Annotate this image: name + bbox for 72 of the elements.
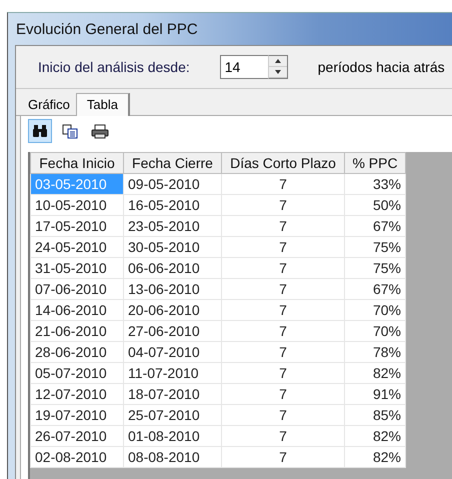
table-cell: 08-08-2010 (124, 446, 222, 468)
table-cell: 70% (344, 320, 406, 342)
table-cell: 82% (344, 446, 406, 468)
table-cell: 67% (344, 278, 406, 300)
printer-icon (91, 124, 109, 138)
table-cell: 04-07-2010 (124, 342, 222, 362)
table-cell: 50% (344, 194, 406, 216)
column-header[interactable]: % PPC (344, 152, 406, 174)
table-cell: 02-08-2010 (30, 446, 124, 468)
table-cell: 28-06-2010 (30, 342, 124, 362)
table-cell: 67% (344, 216, 406, 236)
toolbar-button[interactable] (28, 119, 52, 143)
table-cell: 70% (344, 300, 406, 320)
table-cell: 7 (222, 236, 344, 258)
window-title: Evolución General del PPC (15, 20, 199, 40)
table-cell: 19-07-2010 (30, 404, 124, 426)
table-cell: 24-05-2010 (30, 236, 124, 258)
table-cell: 12-07-2010 (30, 384, 124, 404)
range-suffix: períodos hacia atrás (318, 59, 445, 75)
period-field[interactable]: 14 (220, 55, 268, 79)
table-cell: 27-06-2010 (124, 320, 222, 342)
table-cell: 7 (222, 174, 344, 194)
table-cell: 7 (222, 446, 344, 468)
table-cell: 7 (222, 384, 344, 404)
up-arrow-icon[interactable] (274, 59, 281, 63)
table-cell: 82% (344, 362, 406, 384)
copy-icon (62, 124, 78, 138)
tab[interactable]: Tabla (76, 93, 130, 116)
table-cell: 75% (344, 258, 406, 278)
table-cell: 21-06-2010 (30, 320, 124, 342)
table-cell: 7 (222, 320, 344, 342)
table-cell: 31-05-2010 (30, 258, 124, 278)
table-cell: 17-05-2010 (30, 216, 124, 236)
table-cell: 7 (222, 300, 344, 320)
column-header[interactable]: Fecha Cierre (124, 152, 222, 174)
table-cell: 25-07-2010 (124, 404, 222, 426)
table-cell: 7 (222, 278, 344, 300)
table-cell: 7 (222, 342, 344, 362)
down-arrow-icon[interactable] (274, 70, 281, 74)
binoculars-icon (32, 124, 48, 138)
table-cell: 03-05-2010 (30, 174, 124, 194)
table-cell: 82% (344, 426, 406, 446)
table-cell: 33% (344, 174, 406, 194)
table-cell: 16-05-2010 (124, 194, 222, 216)
table-cell: 06-06-2010 (124, 258, 222, 278)
table-cell: 7 (222, 258, 344, 278)
table-cell: 7 (222, 362, 344, 384)
column-header[interactable]: Días Corto Plazo (222, 152, 344, 174)
table-cell: 85% (344, 404, 406, 426)
table-cell: 91% (344, 384, 406, 404)
table-cell: 7 (222, 426, 344, 446)
table-cell: 30-05-2010 (124, 236, 222, 258)
table-cell: 14-06-2010 (30, 300, 124, 320)
table-cell: 20-06-2010 (124, 300, 222, 320)
table-cell: 05-07-2010 (30, 362, 124, 384)
table-cell: 11-07-2010 (124, 362, 222, 384)
table-cell: 75% (344, 236, 406, 258)
table-cell: 10-05-2010 (30, 194, 124, 216)
table-cell: 78% (344, 342, 406, 362)
table-cell: 7 (222, 194, 344, 216)
column-header[interactable]: Fecha Inicio (30, 152, 124, 174)
tab[interactable]: Gráfico (22, 94, 76, 115)
table-cell: 09-05-2010 (124, 174, 222, 194)
table-cell: 23-05-2010 (124, 216, 222, 236)
table-cell: 07-06-2010 (30, 278, 124, 300)
table-cell: 13-06-2010 (124, 278, 222, 300)
table-cell: 26-07-2010 (30, 426, 124, 446)
table-cell: 01-08-2010 (124, 426, 222, 446)
table-cell: 18-07-2010 (124, 384, 222, 404)
table-cell: 7 (222, 216, 344, 236)
range-label: Inicio del análisis desde: (38, 59, 190, 75)
table-cell: 7 (222, 404, 344, 426)
